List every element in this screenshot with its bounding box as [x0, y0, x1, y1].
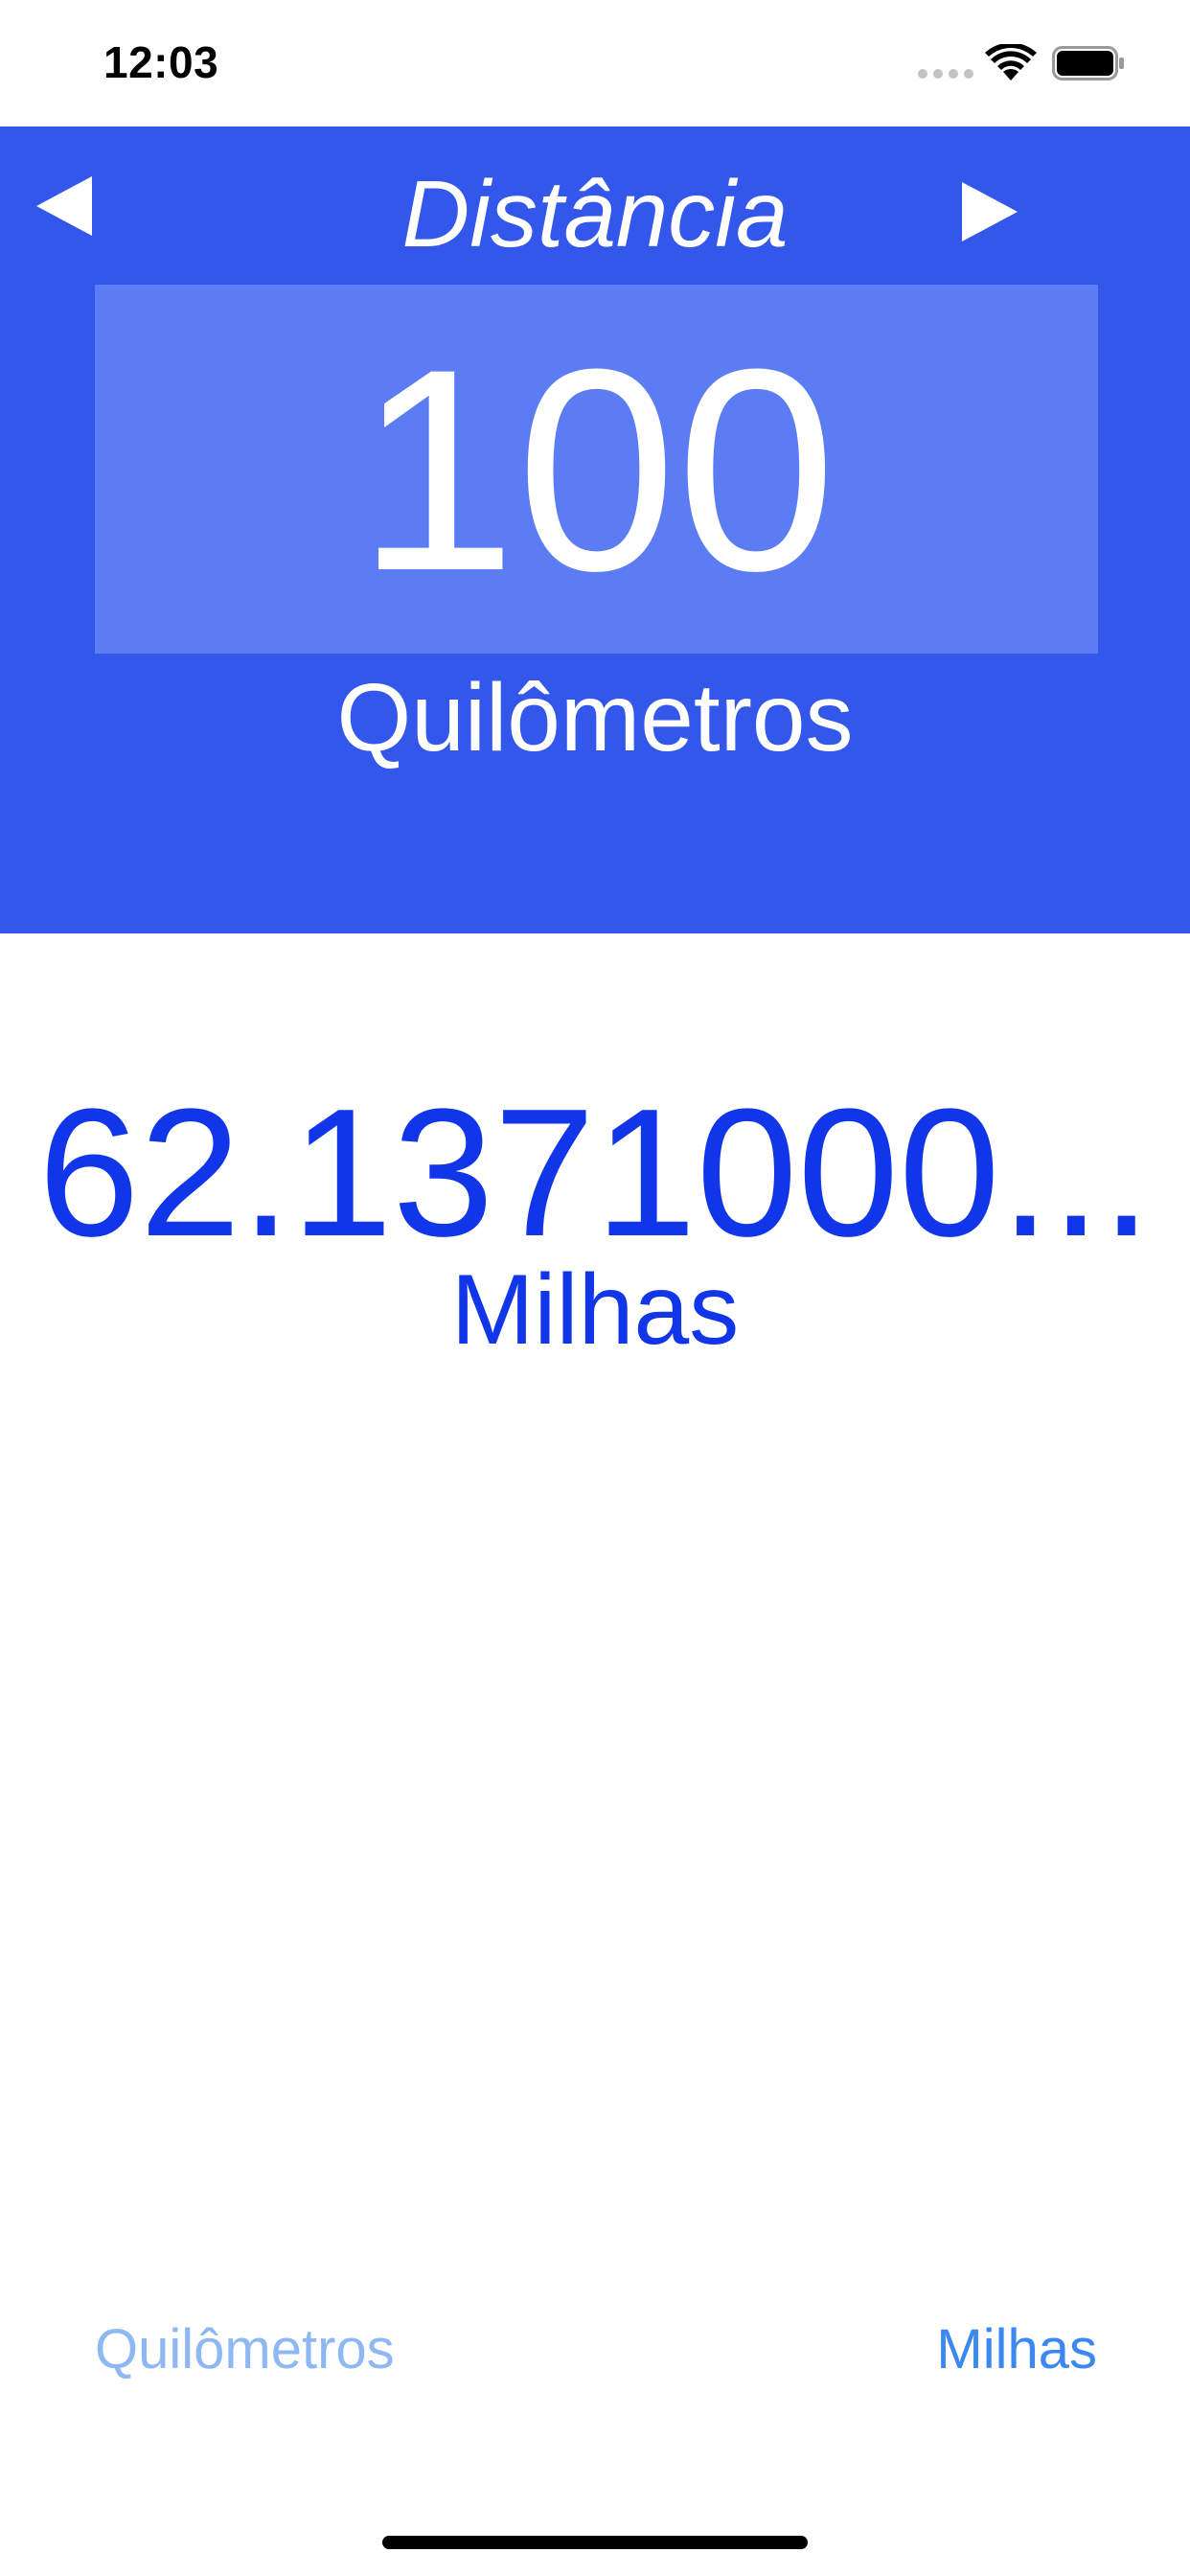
battery-icon: [1052, 46, 1124, 80]
result-unit-label: Milhas: [450, 1254, 740, 1366]
status-time: 12:03: [103, 37, 219, 87]
category-header: Distância 100 Quilômetros: [0, 126, 1190, 933]
from-unit-label: Quilômetros: [336, 664, 854, 771]
status-bar: 12:03: [0, 0, 1190, 126]
from-unit-option[interactable]: Quilômetros: [95, 2317, 395, 2381]
input-value-box[interactable]: 100: [95, 285, 1098, 654]
next-category-arrow-icon[interactable]: [958, 180, 1019, 243]
home-indicator[interactable]: [382, 2536, 808, 2549]
wifi-icon: [985, 44, 1037, 80]
result-value: 62.1371000...: [37, 1071, 1153, 1275]
input-value[interactable]: 100: [95, 285, 1098, 654]
to-unit-option[interactable]: Milhas: [936, 2317, 1097, 2381]
signal-dots-icon: [918, 69, 973, 79]
